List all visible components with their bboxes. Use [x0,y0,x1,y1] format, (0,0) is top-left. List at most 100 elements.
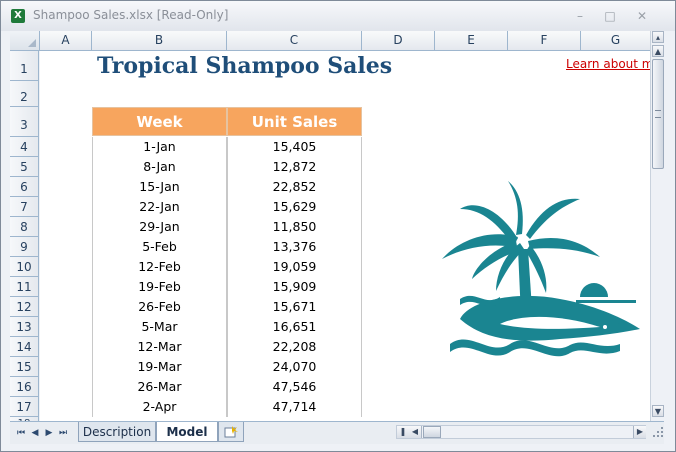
week-cell[interactable]: 5-Feb [92,237,227,257]
first-sheet-icon[interactable]: ⏮ [16,427,26,439]
table-row: 12-Feb 19,059 [92,257,362,277]
week-cell[interactable]: 1-Jan [92,137,227,157]
sales-cell[interactable]: 12,872 [227,157,362,177]
close-button[interactable]: ✕ [629,7,655,25]
scroll-left-button[interactable]: ◀ [409,426,422,438]
column-header-e[interactable]: E [435,31,508,50]
excel-icon: X [11,9,25,23]
next-sheet-icon[interactable]: ▶ [44,427,54,439]
sales-cell[interactable]: 15,405 [227,137,362,157]
table-row: 26-Feb 15,671 [92,297,362,317]
row-header[interactable]: 10 [10,257,39,277]
tab-model[interactable]: Model [156,422,218,442]
last-sheet-icon[interactable]: ⏭ [58,427,68,439]
vertical-scroll-thumb[interactable] [652,59,664,169]
scroll-down-button[interactable]: ▼ [652,405,664,417]
week-cell[interactable]: 26-Feb [92,297,227,317]
week-cell[interactable]: 19-Mar [92,357,227,377]
row-header[interactable]: 2 [10,81,39,107]
sales-cell[interactable]: 13,376 [227,237,362,257]
sheet-tab-bar: ⏮ ◀ ▶ ⏭ Description Model ❚ ◀ ▶ [10,421,664,444]
week-cell[interactable]: 12-Mar [92,337,227,357]
sales-cell[interactable]: 15,671 [227,297,362,317]
week-cell[interactable]: 15-Jan [92,177,227,197]
learn-more-link[interactable]: Learn about mo [566,57,650,71]
minimize-button[interactable]: – [567,7,593,25]
row-header[interactable]: 13 [10,317,39,337]
sales-cell[interactable]: 19,059 [227,257,362,277]
sales-cell[interactable]: 47,714 [227,397,362,417]
column-header-c[interactable]: C [227,31,362,50]
excel-window: X Shampoo Sales.xlsx [Read-Only] – □ ✕ A… [0,0,676,452]
row-header[interactable]: 7 [10,197,39,217]
column-header-a[interactable]: A [40,31,92,50]
tab-description[interactable]: Description [78,422,156,442]
column-header-d[interactable]: D [362,31,435,50]
sales-cell[interactable]: 15,629 [227,197,362,217]
horizontal-scrollbar[interactable]: ❚ ◀ ▶ [396,425,646,439]
column-header-f[interactable]: F [508,31,581,50]
row-header[interactable]: 8 [10,217,39,237]
sales-cell[interactable]: 22,208 [227,337,362,357]
table-row: 2-Apr 47,714 [92,397,362,417]
table-row: 15-Jan 22,852 [92,177,362,197]
table-row: 26-Mar 47,546 [92,377,362,397]
row-header[interactable]: 9 [10,237,39,257]
table-row: 12-Mar 22,208 [92,337,362,357]
week-cell[interactable]: 12-Feb [92,257,227,277]
week-cell[interactable]: 29-Jan [92,217,227,237]
week-cell[interactable]: 5-Mar [92,317,227,337]
scroll-up-button[interactable]: ▲ [652,45,664,57]
table-row: 1-Jan 15,405 [92,137,362,157]
split-box-handle[interactable]: ▴ [652,31,664,43]
row-header[interactable]: 5 [10,157,39,177]
prev-sheet-icon[interactable]: ◀ [30,427,40,439]
sales-cell[interactable]: 15,909 [227,277,362,297]
resize-grip-icon[interactable] [652,426,664,438]
sales-cell[interactable]: 47,546 [227,377,362,397]
column-header-g[interactable]: G [581,31,650,50]
week-cell[interactable]: 19-Feb [92,277,227,297]
week-cell[interactable]: 22-Jan [92,197,227,217]
sheet-title: Tropical Shampoo Sales [97,53,393,79]
row-header[interactable]: 4 [10,137,39,157]
table-row: 19-Feb 15,909 [92,277,362,297]
week-cell[interactable]: 8-Jan [92,157,227,177]
scroll-right-button[interactable]: ▶ [633,426,646,438]
week-cell[interactable]: 2-Apr [92,397,227,417]
sales-cell[interactable]: 11,850 [227,217,362,237]
horizontal-scroll-thumb[interactable] [423,426,441,438]
row-header[interactable]: 11 [10,277,39,297]
row-header-column: 1 2 3 4 5 6 7 8 9 10 11 12 13 14 15 16 1… [10,51,39,437]
sales-cell[interactable]: 22,852 [227,177,362,197]
insert-sheet-icon [224,426,238,438]
select-all-triangle-icon [28,39,36,47]
row-header[interactable]: 6 [10,177,39,197]
title-bar[interactable]: X Shampoo Sales.xlsx [Read-Only] – □ ✕ [1,1,675,31]
row-header[interactable]: 17 [10,397,39,417]
palm-island-clipart [442,181,640,357]
table-row: 8-Jan 12,872 [92,157,362,177]
table-row: 5-Mar 16,651 [92,317,362,337]
maximize-button[interactable]: □ [597,7,623,25]
column-header-bar: A B C D E F G [10,31,650,51]
header-unit-sales[interactable]: Unit Sales [227,107,362,136]
row-header[interactable]: 14 [10,337,39,357]
vertical-scrollbar[interactable]: ▴ ▲ ▼ [650,31,665,421]
insert-sheet-tab[interactable] [218,422,244,442]
row-header[interactable]: 3 [10,107,39,137]
table-row: 29-Jan 11,850 [92,217,362,237]
row-header[interactable]: 16 [10,377,39,397]
sales-cell[interactable]: 24,070 [227,357,362,377]
table-row: 19-Mar 24,070 [92,357,362,377]
sales-cell[interactable]: 16,651 [227,317,362,337]
row-header[interactable]: 12 [10,297,39,317]
week-cell[interactable]: 26-Mar [92,377,227,397]
window-title: Shampoo Sales.xlsx [Read-Only] [33,8,229,22]
header-week[interactable]: Week [92,107,227,136]
column-header-b[interactable]: B [92,31,227,50]
row-header[interactable]: 1 [10,51,39,81]
select-all-button[interactable] [10,31,40,50]
row-header[interactable]: 15 [10,357,39,377]
worksheet-grid[interactable]: Tropical Shampoo Sales Learn about mo We… [40,51,650,421]
